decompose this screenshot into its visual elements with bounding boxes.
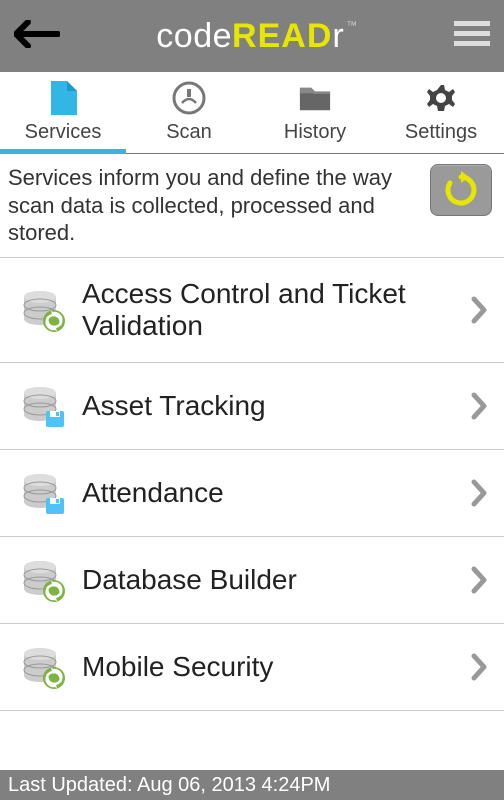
list-item[interactable]: Access Control and Ticket Validation	[0, 257, 504, 363]
scanner-icon	[172, 81, 206, 115]
chevron-right-icon	[470, 565, 490, 595]
gear-icon	[424, 81, 458, 115]
database-sync-icon	[20, 557, 66, 603]
logo-text-read: READ	[232, 17, 332, 56]
tab-scan[interactable]: Scan	[126, 72, 252, 153]
status-bar: Last Updated: Aug 06, 2013 4:24PM	[0, 770, 504, 800]
tab-services[interactable]: Services	[0, 72, 126, 153]
logo-text-r: r	[332, 17, 344, 56]
chevron-right-icon	[470, 295, 490, 325]
info-row: Services inform you and define the way s…	[0, 154, 504, 257]
chevron-right-icon	[470, 652, 490, 682]
list-item[interactable]: Mobile Security	[0, 624, 504, 711]
logo-text-code: code	[156, 17, 232, 56]
database-sync-icon	[20, 644, 66, 690]
menu-button[interactable]	[454, 19, 490, 54]
list-item[interactable]: Database Builder	[0, 537, 504, 624]
logo-trademark: ™	[346, 20, 358, 32]
list-item-label: Access Control and Ticket Validation	[82, 278, 454, 342]
tab-settings[interactable]: Settings	[378, 72, 504, 153]
folder-icon	[298, 81, 332, 115]
tab-label: Services	[25, 121, 102, 144]
list-item-label: Database Builder	[82, 564, 454, 596]
tab-label: Scan	[166, 121, 212, 144]
app-logo: codeREADr™	[156, 17, 357, 56]
refresh-button[interactable]	[430, 164, 492, 216]
tab-label: Settings	[405, 121, 477, 144]
list-item[interactable]: Asset Tracking	[0, 363, 504, 450]
last-updated-text: Last Updated: Aug 06, 2013 4:24PM	[8, 774, 330, 797]
back-button[interactable]	[14, 20, 60, 53]
info-text: Services inform you and define the way s…	[8, 164, 420, 247]
list-item-label: Attendance	[82, 477, 454, 509]
database-save-icon	[20, 383, 66, 429]
list-item[interactable]: Attendance	[0, 450, 504, 537]
list-item-label: Mobile Security	[82, 651, 454, 683]
database-sync-icon	[20, 287, 66, 333]
database-save-icon	[20, 470, 66, 516]
tab-label: History	[284, 121, 346, 144]
document-icon	[46, 81, 80, 115]
list-item-label: Asset Tracking	[82, 390, 454, 422]
chevron-right-icon	[470, 478, 490, 508]
chevron-right-icon	[470, 391, 490, 421]
refresh-icon	[442, 171, 480, 209]
tab-bar: Services Scan History	[0, 72, 504, 154]
services-list: Access Control and Ticket Validation Ass…	[0, 257, 504, 771]
tab-history[interactable]: History	[252, 72, 378, 153]
app-header: codeREADr™	[0, 0, 504, 72]
